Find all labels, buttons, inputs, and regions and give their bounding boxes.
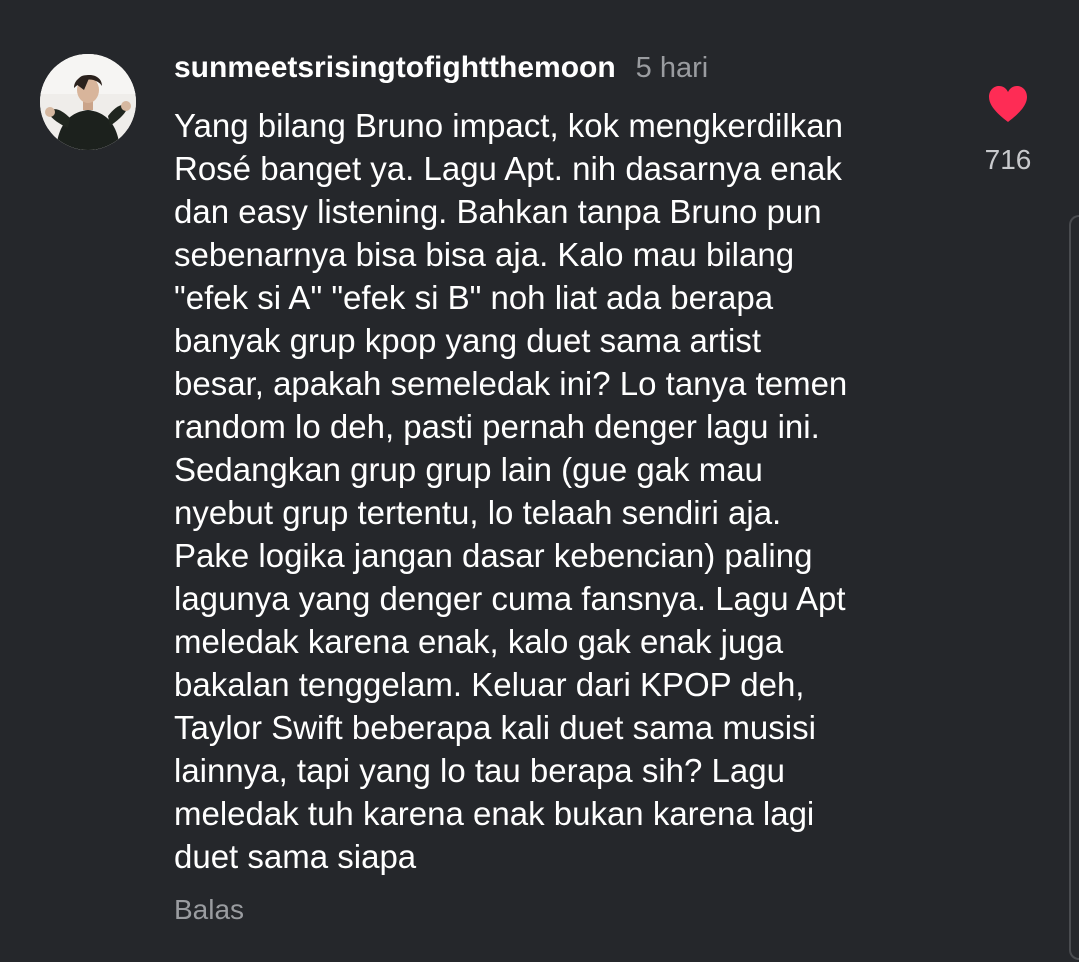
scrollbar[interactable]	[1069, 215, 1079, 960]
reply-button[interactable]: Balas	[174, 894, 244, 926]
comment-header: sunmeetsrisingtofightthemoon 5 hari	[174, 48, 708, 88]
like-count: 716	[984, 144, 1032, 175]
comment-item: sunmeetsrisingtofightthemoon 5 hari Yang…	[0, 0, 1079, 962]
user-avatar-icon	[40, 54, 136, 150]
comment-text: Yang bilang Bruno impact, kok mengkerdil…	[174, 107, 848, 875]
timestamp: 5 hari	[635, 51, 709, 84]
heart-icon[interactable]	[987, 84, 1029, 124]
username[interactable]: sunmeetsrisingtofightthemoon	[174, 51, 616, 85]
avatar[interactable]	[40, 54, 136, 150]
like-button[interactable]: 716	[976, 84, 1040, 176]
